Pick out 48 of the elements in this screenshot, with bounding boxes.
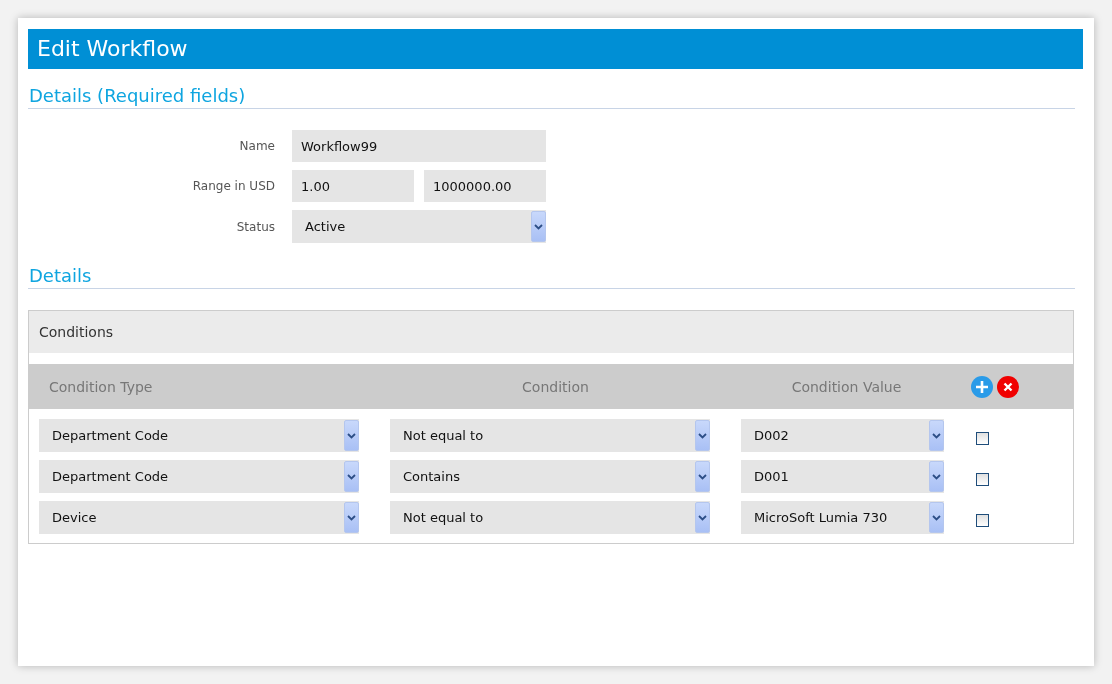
chevron-down-icon [347, 473, 356, 480]
dropdown-arrow-button[interactable] [929, 420, 944, 451]
dropdown-arrow-button[interactable] [344, 461, 359, 492]
delete-icon[interactable] [997, 375, 1019, 398]
field-label: Name [238, 139, 275, 153]
chevron-down-icon [698, 514, 707, 521]
chevron-down-icon [347, 514, 356, 521]
dropdown[interactable]: D002 [741, 419, 944, 452]
dropdown-arrow-button[interactable] [695, 420, 710, 451]
section-heading: Details (Required fields) [29, 85, 246, 106]
chevron-down-icon [698, 473, 707, 480]
chevron-down-icon [932, 514, 941, 521]
chevron-down-icon [932, 432, 941, 439]
dropdown[interactable]: Not equal to [390, 501, 710, 534]
add-icon[interactable] [971, 375, 993, 398]
column-header: Condition Type [48, 378, 154, 395]
panel-header: Conditions [29, 311, 1073, 353]
dropdown-arrow-button[interactable] [695, 461, 710, 492]
input-field[interactable]: 1.00 [292, 170, 414, 202]
dropdown-arrow-button[interactable] [695, 502, 710, 533]
dropdown-arrow-button[interactable] [531, 211, 546, 242]
checkbox[interactable] [976, 473, 989, 486]
field-label: Range in USD [191, 179, 275, 193]
dropdown[interactable]: Contains [390, 460, 710, 493]
dropdown-arrow-button[interactable] [929, 461, 944, 492]
checkbox[interactable] [976, 432, 989, 445]
dropdown[interactable]: Department Code [39, 460, 359, 493]
section-heading: Details [29, 265, 92, 286]
checkbox[interactable] [976, 514, 989, 527]
dropdown-arrow-button[interactable] [344, 502, 359, 533]
field-label: Status [235, 219, 275, 234]
chevron-down-icon [347, 432, 356, 439]
dropdown[interactable]: D001 [741, 460, 944, 493]
dropdown-arrow-button[interactable] [344, 420, 359, 451]
input-field[interactable]: Workflow99 [292, 130, 546, 162]
dropdown[interactable]: Device [39, 501, 359, 534]
dropdown-arrow-button[interactable] [929, 502, 944, 533]
chevron-down-icon [932, 473, 941, 480]
chevron-down-icon [698, 432, 707, 439]
dropdown[interactable]: Department Code [39, 419, 359, 452]
dropdown[interactable]: Active [292, 210, 546, 243]
page-title: Edit Workflow [28, 29, 1083, 69]
dropdown[interactable]: Not equal to [390, 419, 710, 452]
chevron-down-icon [534, 223, 543, 230]
column-header: Condition [521, 378, 590, 395]
dropdown[interactable]: MicroSoft Lumia 730 [741, 501, 944, 534]
input-field[interactable]: 1000000.00 [424, 170, 546, 202]
column-header: Condition Value [790, 378, 903, 395]
